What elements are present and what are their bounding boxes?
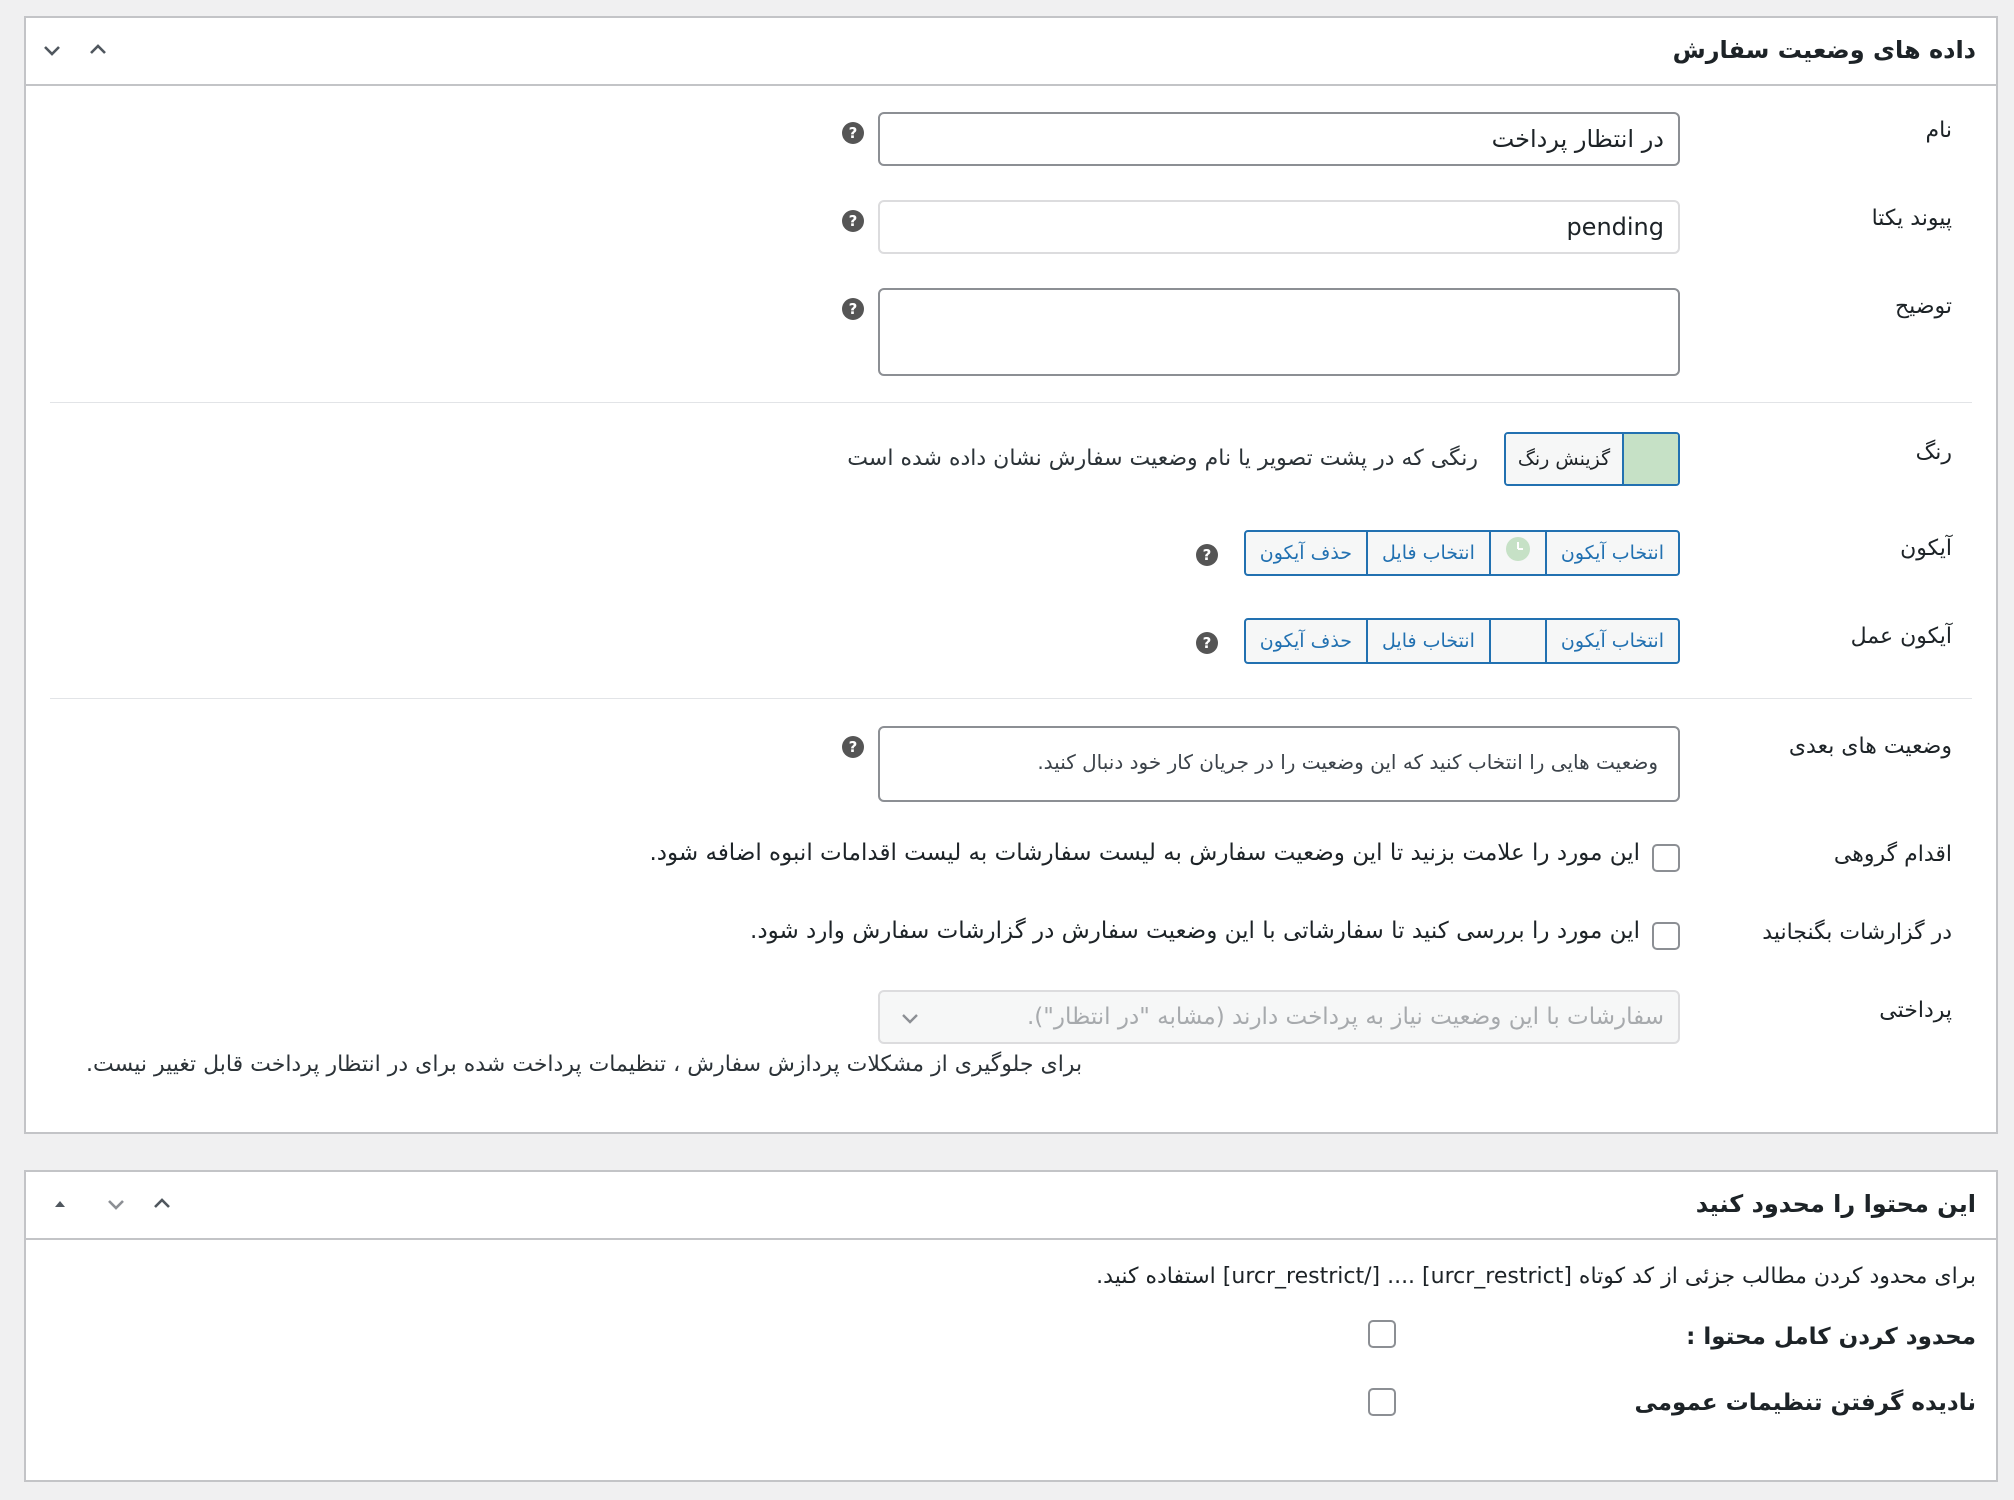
action-icon-button-group: انتخاب آیکون انتخاب فایل حذف آیکون bbox=[1243, 618, 1680, 664]
move-up-button[interactable] bbox=[78, 30, 118, 70]
next-statuses-placeholder: وضعیت هایی را انتخاب کنید که این وضعیت ر… bbox=[1037, 750, 1658, 774]
chevron-up-icon bbox=[90, 44, 106, 54]
order-status-data-panel: داده های وضعیت سفارش نام ? پیوند یکتا ? … bbox=[24, 16, 1998, 1134]
chevron-down-icon bbox=[44, 46, 60, 56]
description-textarea[interactable] bbox=[880, 290, 1678, 374]
color-picker-label: گزینش رنگ bbox=[1506, 434, 1622, 484]
name-label: نام bbox=[1925, 118, 1952, 143]
select-icon-button[interactable]: انتخاب آیکون bbox=[1544, 532, 1678, 574]
help-icon[interactable]: ? bbox=[1196, 632, 1218, 654]
description-label: توضیح bbox=[1894, 294, 1952, 319]
move-down-button[interactable] bbox=[96, 1184, 136, 1224]
icon-preview bbox=[1488, 620, 1545, 662]
reports-checkbox[interactable] bbox=[1652, 922, 1680, 950]
clock-icon bbox=[1505, 537, 1530, 561]
payment-note: برای جلوگیری از مشکلات پردازش سفارش ، تن… bbox=[86, 1052, 1083, 1077]
select-icon-button[interactable]: انتخاب آیکون bbox=[1544, 620, 1678, 662]
panel-header: داده های وضعیت سفارش bbox=[26, 18, 1996, 86]
restrict-content-panel: این محتوا را محدود کنید برای محدود کردن … bbox=[24, 1170, 1998, 1482]
color-swatch bbox=[1622, 434, 1678, 484]
next-statuses-select[interactable]: وضعیت هایی را انتخاب کنید که این وضعیت ر… bbox=[878, 726, 1680, 802]
panel-header: این محتوا را محدود کنید bbox=[26, 1172, 1996, 1240]
remove-icon-button[interactable]: حذف آیکون bbox=[1246, 620, 1366, 662]
color-description: رنگی که در پشت تصویر یا نام وضعیت سفارش … bbox=[847, 446, 1478, 471]
payment-placeholder: سفارشات با این وضعیت نیاز به پرداخت دارن… bbox=[1026, 1004, 1664, 1030]
restrict-full-label: محدود کردن کامل محتوا : bbox=[1686, 1324, 1976, 1350]
divider bbox=[50, 698, 1972, 699]
reports-label: در گزارشات بگنجانید bbox=[1762, 920, 1952, 945]
bulk-action-label: اقدام گروهی bbox=[1833, 842, 1952, 867]
chevron-down-icon bbox=[902, 1014, 918, 1024]
ignore-global-label: نادیده گرفتن تنظیمات عمومی bbox=[1634, 1390, 1976, 1416]
select-file-button[interactable]: انتخاب فایل bbox=[1366, 532, 1489, 574]
help-icon[interactable]: ? bbox=[842, 210, 864, 232]
ignore-global-checkbox[interactable] bbox=[1368, 1388, 1396, 1416]
payment-label: پرداختی bbox=[1879, 998, 1952, 1023]
reports-description: این مورد را بررسی کنید تا سفارشاتی با ای… bbox=[750, 918, 1640, 944]
panel-title: داده های وضعیت سفارش bbox=[1672, 36, 1976, 64]
slug-input[interactable] bbox=[880, 202, 1678, 252]
icon-label: آیکون bbox=[1900, 536, 1952, 561]
name-field[interactable] bbox=[878, 112, 1680, 166]
panel-title: این محتوا را محدود کنید bbox=[1695, 1190, 1976, 1218]
icon-button-group: انتخاب آیکون انتخاب فایل حذف آیکون bbox=[1243, 530, 1680, 576]
help-icon[interactable]: ? bbox=[1196, 544, 1218, 566]
restrict-full-checkbox[interactable] bbox=[1368, 1320, 1396, 1348]
payment-select[interactable]: سفارشات با این وضعیت نیاز به پرداخت دارن… bbox=[878, 990, 1680, 1044]
color-picker-button[interactable]: گزینش رنگ bbox=[1504, 432, 1680, 486]
remove-icon-button[interactable]: حذف آیکون bbox=[1246, 532, 1366, 574]
bulk-action-checkbox[interactable] bbox=[1652, 844, 1680, 872]
move-top-button[interactable] bbox=[40, 1184, 80, 1224]
next-statuses-label: وضعیت های بعدی bbox=[1788, 734, 1952, 759]
chevron-up-icon bbox=[154, 1198, 170, 1208]
move-up-button[interactable] bbox=[142, 1184, 182, 1224]
chevron-down-icon bbox=[108, 1200, 124, 1210]
action-icon-label: آیکون عمل bbox=[1850, 624, 1952, 649]
help-icon[interactable]: ? bbox=[842, 736, 864, 758]
bulk-action-description: این مورد را علامت بزنید تا این وضعیت سفا… bbox=[649, 840, 1640, 866]
slug-field[interactable] bbox=[878, 200, 1680, 254]
restrict-info: برای محدود کردن مطالب جزئی از کد کوتاه [… bbox=[1096, 1264, 1976, 1289]
help-icon[interactable]: ? bbox=[842, 298, 864, 320]
name-input[interactable] bbox=[880, 114, 1678, 164]
icon-preview bbox=[1488, 532, 1545, 574]
move-down-button[interactable] bbox=[32, 30, 72, 70]
color-label: رنگ bbox=[1915, 440, 1952, 465]
triangle-up-icon bbox=[55, 1201, 65, 1207]
select-file-button[interactable]: انتخاب فایل bbox=[1366, 620, 1489, 662]
divider bbox=[50, 402, 1972, 403]
description-field[interactable] bbox=[878, 288, 1680, 376]
slug-label: پیوند یکتا bbox=[1871, 206, 1952, 231]
help-icon[interactable]: ? bbox=[842, 122, 864, 144]
